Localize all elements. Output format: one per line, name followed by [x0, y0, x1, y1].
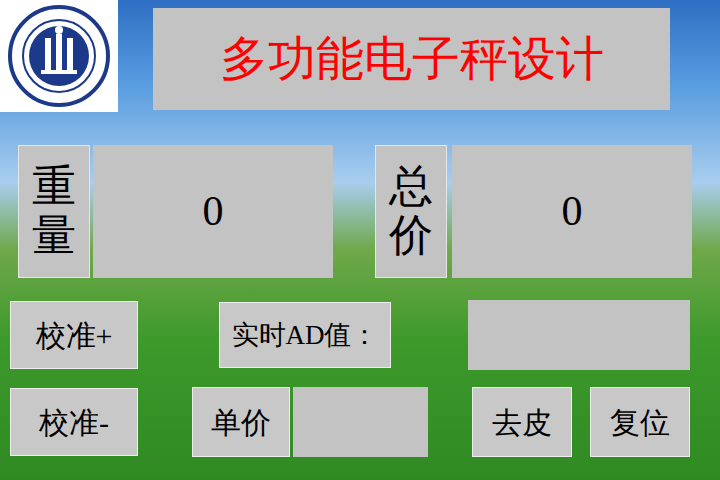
- reset-button[interactable]: 复位: [590, 387, 690, 457]
- scale-screen: 多功能电子秤设计 重量 0 总价 0 校准+ 实时AD值： 校准-: [0, 0, 720, 480]
- weight-display: 0: [93, 145, 333, 278]
- unit-price-field[interactable]: [293, 387, 428, 457]
- weight-label: 重量: [32, 163, 76, 260]
- calibrate-up-button[interactable]: 校准+: [10, 301, 138, 369]
- total-label: 总价: [389, 163, 433, 260]
- weight-label-box: 重量: [18, 145, 90, 278]
- ad-value-box: [468, 300, 690, 370]
- title-box: 多功能电子秤设计: [153, 8, 670, 110]
- ad-label: 实时AD值：: [232, 315, 379, 356]
- calibrate-down-label: 校准-: [39, 400, 109, 445]
- reset-label: 复位: [610, 400, 670, 445]
- unit-price-label: 单价: [211, 400, 271, 445]
- total-display: 0: [452, 145, 692, 278]
- university-logo-icon: [0, 0, 118, 112]
- total-value: 0: [562, 180, 583, 243]
- tare-label: 去皮: [492, 400, 552, 445]
- ad-label-box: 实时AD值：: [219, 302, 391, 368]
- calibrate-down-button[interactable]: 校准-: [10, 388, 138, 456]
- total-label-box: 总价: [375, 145, 447, 278]
- calibrate-up-label: 校准+: [36, 313, 113, 358]
- weight-value: 0: [203, 180, 224, 243]
- tare-button[interactable]: 去皮: [472, 387, 572, 457]
- title: 多功能电子秤设计: [220, 35, 604, 83]
- unit-price-label-box: 单价: [192, 387, 290, 457]
